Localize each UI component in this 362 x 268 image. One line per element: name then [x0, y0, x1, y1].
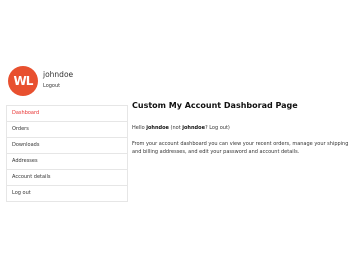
- greeting-prefix: Hello: [132, 125, 147, 131]
- nav-item-dashboard[interactable]: Dashboard: [7, 106, 127, 122]
- avatar: WL: [8, 66, 38, 96]
- greeting: Hello johndoe (not johndoe? Log out): [132, 125, 357, 131]
- account-profile: WL johndoe Logout: [8, 66, 148, 96]
- account-navigation: Dashboard Orders Downloads Addresses Acc…: [6, 105, 128, 202]
- account-content: Custom My Account Dashborad Page Hello j…: [132, 101, 357, 156]
- greeting-middle: (not: [168, 125, 183, 131]
- avatar-logo-text: WL: [13, 74, 34, 88]
- logout-link[interactable]: Logout: [43, 83, 60, 89]
- nav-item-log-out[interactable]: Log out: [7, 186, 127, 202]
- nav-item-account-details[interactable]: Account details: [7, 170, 127, 186]
- nav-item-downloads[interactable]: Downloads: [7, 138, 127, 154]
- greeting-name: johndoe: [146, 125, 169, 131]
- nav-item-addresses[interactable]: Addresses: [7, 154, 127, 170]
- dashboard-description: From your account dashboard you can view…: [132, 141, 349, 155]
- page-title: Custom My Account Dashborad Page: [132, 101, 298, 110]
- greeting-logout-link[interactable]: ? Log out: [205, 125, 228, 131]
- greeting-name-2: johndoe: [182, 125, 205, 131]
- username: johndoe: [43, 70, 74, 79]
- greeting-suffix: ): [227, 125, 230, 131]
- nav-item-orders[interactable]: Orders: [7, 122, 127, 138]
